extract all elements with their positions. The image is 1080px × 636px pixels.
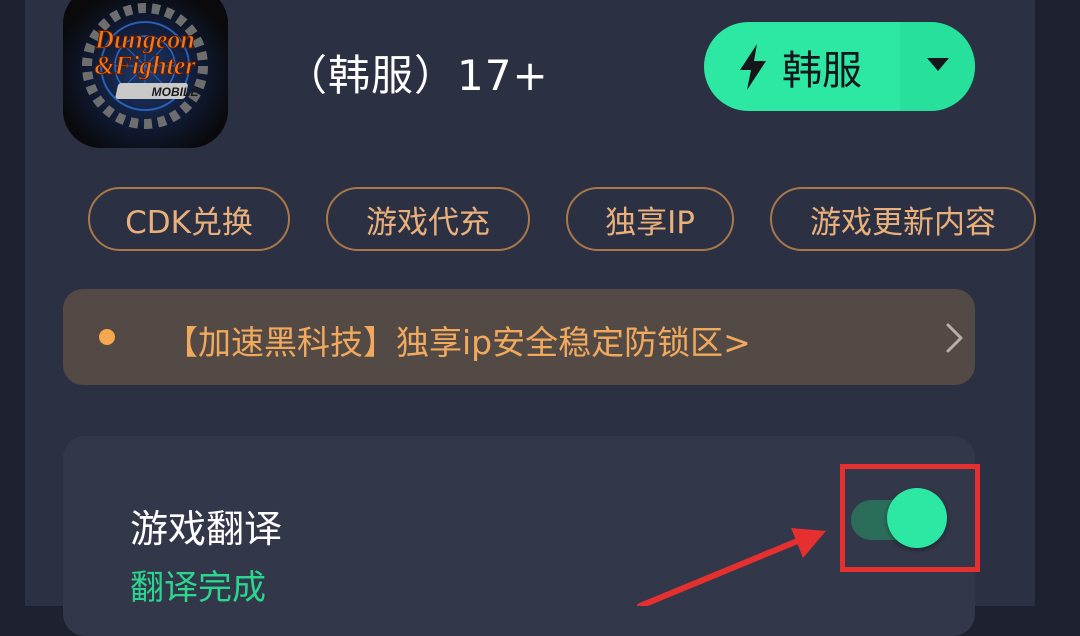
translation-status: 翻译完成 [130,568,266,608]
toggle-thumb [887,488,947,548]
chip-game-updates[interactable]: 游戏更新内容 [770,187,1036,251]
game-title: （韩服）17+ [285,51,549,100]
region-dropdown-toggle[interactable] [900,22,975,111]
region-select-button[interactable]: 韩服 [704,22,975,111]
svg-text:MOBILE: MOBILE [152,85,200,99]
translation-toggle[interactable] [851,488,947,548]
svg-text:Dungeon: Dungeon [94,25,195,54]
svg-text:&Fighter: &Fighter [94,51,196,80]
dungeon-fighter-logo: Dungeon &Fighter MOBILE [63,0,228,148]
notice-text: 【加速黑科技】独享ip安全稳定防锁区> [165,323,751,362]
game-app-icon[interactable]: Dungeon &Fighter MOBILE [63,0,228,148]
caret-down-icon [926,57,949,76]
region-label: 韩服 [782,47,862,94]
lightning-bolt-icon [738,43,768,90]
chevron-right-icon[interactable] [944,322,966,358]
chip-game-topup[interactable]: 游戏代充 [326,187,530,251]
chip-exclusive-ip[interactable]: 独享IP [566,187,734,251]
notice-dot [99,329,115,345]
translation-title: 游戏翻译 [130,507,283,551]
region-accelerate-button[interactable]: 韩服 [704,22,896,111]
chip-cdk-redeem[interactable]: CDK兑换 [88,187,290,251]
